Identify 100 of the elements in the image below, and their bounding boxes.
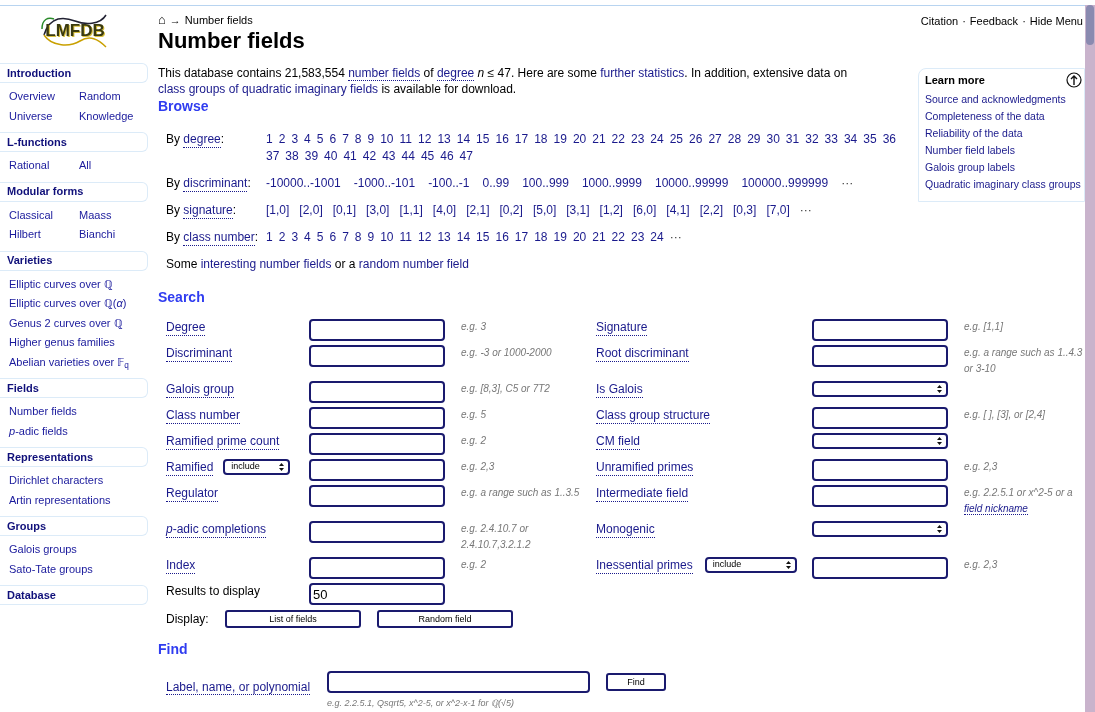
browse-link[interactable]: [7,0]: [766, 202, 790, 219]
browse-link[interactable]: 13: [437, 229, 451, 246]
browse-link[interactable]: 20: [572, 131, 587, 148]
scrollbar[interactable]: [1085, 5, 1095, 712]
browse-link[interactable]: 27: [708, 131, 722, 148]
dropdown-select[interactable]: [812, 433, 948, 449]
browse-link[interactable]: 36: [882, 131, 896, 148]
field-label[interactable]: Root discriminant: [596, 345, 689, 362]
browse-link[interactable]: 34: [843, 131, 858, 148]
browse-link[interactable]: 7: [342, 131, 349, 148]
browse-link[interactable]: 43: [382, 148, 396, 165]
browse-link[interactable]: 5: [316, 131, 324, 148]
browse-link[interactable]: 7: [342, 229, 349, 246]
browse-link[interactable]: 0..99: [482, 175, 510, 192]
results-input[interactable]: 50: [309, 583, 445, 605]
browse-link[interactable]: [0,1]: [332, 202, 357, 219]
browse-link[interactable]: -100..-1: [428, 175, 470, 192]
browse-link[interactable]: -10000..-1001: [266, 175, 341, 192]
browse-link[interactable]: 6: [329, 131, 337, 148]
header-link[interactable]: Citation: [920, 13, 959, 30]
browse-link[interactable]: [5,0]: [532, 202, 557, 219]
text-input[interactable]: [812, 485, 948, 507]
menu-link[interactable]: Knowledge: [79, 106, 149, 126]
browse-link[interactable]: [0,3]: [733, 202, 757, 219]
menu-link[interactable]: Higher genus families: [9, 333, 150, 353]
field-label[interactable]: Is Galois: [596, 381, 643, 398]
learn-more-link[interactable]: Number field labels: [925, 142, 1084, 159]
field-label[interactable]: Galois group: [166, 381, 235, 398]
browse-link[interactable]: [1,2]: [599, 202, 623, 219]
browse-link[interactable]: 11: [399, 131, 412, 148]
browse-link[interactable]: 11: [399, 229, 412, 246]
browse-link[interactable]: [6,0]: [632, 202, 657, 219]
browse-link[interactable]: 2: [278, 131, 286, 148]
learn-more-link[interactable]: Completeness of the data: [925, 108, 1084, 125]
browse-link[interactable]: 6: [329, 229, 337, 246]
browse-link[interactable]: 1000..9999: [581, 175, 642, 192]
menu-link[interactable]: Hilbert: [9, 225, 79, 245]
knowl-link[interactable]: number fields: [348, 66, 421, 81]
scrollbar-thumb[interactable]: [1086, 5, 1094, 45]
browse-link[interactable]: 2: [278, 229, 286, 246]
text-link[interactable]: random number field: [358, 257, 469, 271]
browse-link[interactable]: 45: [420, 148, 435, 165]
field-label[interactable]: Unramified primes: [596, 459, 694, 476]
browse-link[interactable]: [3,0]: [366, 202, 390, 219]
header-link[interactable]: Hide Menu: [1029, 13, 1083, 30]
browse-link[interactable]: 41: [343, 148, 357, 165]
browse-link[interactable]: 26: [689, 131, 703, 148]
browse-link[interactable]: 13: [437, 131, 451, 148]
browse-link[interactable]: 1: [266, 229, 273, 246]
browse-link[interactable]: 44: [401, 148, 415, 165]
text-link[interactable]: interesting number fields: [200, 257, 332, 271]
browse-link[interactable]: 28: [727, 131, 742, 148]
hint-link[interactable]: field nickname: [964, 503, 1028, 515]
browse-link[interactable]: 10000..99999: [654, 175, 729, 192]
field-label[interactable]: Degree: [166, 319, 206, 336]
browse-link[interactable]: 22: [611, 131, 625, 148]
find-button[interactable]: Find: [606, 673, 666, 691]
text-input[interactable]: [812, 459, 948, 481]
field-label[interactable]: Inessential primes: [596, 557, 693, 574]
text-input[interactable]: [309, 557, 445, 579]
field-label[interactable]: Ramified prime count: [166, 433, 280, 450]
browse-link[interactable]: -1000..-101: [353, 175, 416, 192]
menu-link[interactable]: Elliptic curves over ℚ(α): [9, 294, 150, 314]
browse-link[interactable]: [2,2]: [699, 202, 724, 219]
menu-link[interactable]: Classical: [9, 205, 79, 225]
dropdown-select[interactable]: [812, 521, 948, 537]
browse-link[interactable]: 18: [534, 131, 548, 148]
browse-link[interactable]: 100000..999999: [741, 175, 829, 192]
browse-link[interactable]: 9: [367, 229, 375, 246]
knowl-link[interactable]: degree: [436, 66, 475, 81]
browse-link[interactable]: 17: [514, 131, 529, 148]
browse-link[interactable]: 29: [747, 131, 761, 148]
knowl-link[interactable]: signature: [183, 202, 233, 219]
learn-more-link[interactable]: Source and acknowledgments: [925, 91, 1084, 108]
site-logo[interactable]: LMFDB: [40, 12, 110, 49]
browse-link[interactable]: 12: [418, 131, 432, 148]
browse-link[interactable]: 14: [456, 131, 471, 148]
browse-link[interactable]: 15: [476, 229, 490, 246]
browse-link[interactable]: 42: [362, 148, 377, 165]
dropdown-select[interactable]: include: [704, 557, 797, 573]
browse-link[interactable]: [1,1]: [399, 202, 423, 219]
browse-link[interactable]: 38: [285, 148, 299, 165]
text-input[interactable]: [812, 557, 948, 579]
browse-link[interactable]: 5: [316, 229, 324, 246]
browse-link[interactable]: [0,2]: [499, 202, 523, 219]
browse-link[interactable]: 16: [495, 131, 509, 148]
text-input[interactable]: [309, 433, 445, 455]
menu-link[interactable]: Abelian varieties over 𝔽$_{q}$: [9, 352, 150, 372]
text-input[interactable]: [309, 319, 445, 341]
browse-link[interactable]: 30: [766, 131, 780, 148]
browse-link[interactable]: 14: [456, 229, 471, 246]
browse-link[interactable]: 4: [304, 131, 311, 148]
browse-link[interactable]: 4: [304, 229, 311, 246]
browse-link[interactable]: 40: [324, 148, 338, 165]
menu-link[interactable]: Rational: [9, 156, 79, 176]
field-label[interactable]: Signature: [596, 319, 648, 336]
learn-more-link[interactable]: Galois group labels: [925, 159, 1084, 176]
browse-link[interactable]: 25: [669, 131, 684, 148]
field-label[interactable]: p-adic completions: [166, 521, 267, 538]
browse-link[interactable]: 15: [476, 131, 490, 148]
